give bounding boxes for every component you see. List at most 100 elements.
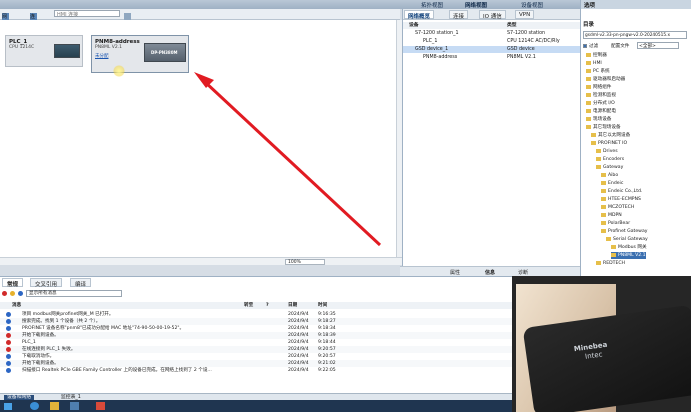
- message-row[interactable]: 扫描接口 Realtek PCIe GBE Family Controller …: [0, 367, 512, 374]
- network-overview-panel: 网络概览 连接 IO 通信 VPN 设备 类型 S7-1200 station_…: [402, 9, 581, 266]
- tab-properties[interactable]: 属性: [450, 269, 460, 276]
- overview-row[interactable]: GSD device_1 GSD device: [403, 46, 581, 53]
- profile-select[interactable]: <全部>: [637, 42, 679, 49]
- tab-network-overview[interactable]: 网络概览: [404, 10, 435, 20]
- tab-vpn[interactable]: VPN: [515, 10, 535, 19]
- catalog-item[interactable]: PN8ML V2.1: [611, 252, 646, 259]
- overview-row[interactable]: S7-1200 station_1 S7-1200 station: [403, 30, 581, 37]
- tab-device-view[interactable]: 设备视图: [518, 0, 546, 9]
- catalog-item[interactable]: Gateway: [596, 164, 623, 171]
- options-header: 选项: [581, 0, 691, 9]
- catalog-item[interactable]: REDTECH: [596, 260, 625, 267]
- folder-icon: [596, 148, 601, 153]
- catalog-item[interactable]: Encoders: [596, 156, 624, 163]
- message-row[interactable]: 开始下载到设备。 2024/9/4 9:18:39: [0, 332, 512, 339]
- catalog-item[interactable]: 控制器: [586, 52, 607, 59]
- catalog-item[interactable]: 分布式 I/O: [586, 100, 615, 107]
- folder-icon: [586, 52, 591, 57]
- catalog-item[interactable]: Profinet Gateway: [601, 228, 647, 235]
- overview-row[interactable]: PLC_1 CPU 1214C AC/DC/Rly: [403, 38, 581, 45]
- info-filter-icon[interactable]: [18, 291, 23, 296]
- app-icon[interactable]: [96, 402, 105, 410]
- folder-icon: [601, 180, 606, 185]
- catalog-item[interactable]: PolarBear: [601, 220, 630, 227]
- catalog-item[interactable]: Endeic: [601, 180, 623, 187]
- error-filter-icon[interactable]: [2, 291, 7, 296]
- message-row[interactable]: 在线连接到 PLC_1 失败。 2024/9/4 9:20:57: [0, 346, 512, 353]
- catalog-item[interactable]: Drives: [596, 148, 618, 155]
- message-row[interactable]: PROFINET 设备名称"pnm8"已成功分配给 MAC 地址"74-90-5…: [0, 325, 512, 332]
- catalog-item[interactable]: Aibo: [601, 172, 618, 179]
- catalog-item[interactable]: 检测和监视: [586, 92, 616, 99]
- camera-video-overlay: Minebea Intec: [512, 276, 691, 412]
- catalog-item[interactable]: MCZOTECH: [601, 204, 634, 211]
- catalog-item[interactable]: 驱动器和启动器: [586, 76, 625, 83]
- catalog-item[interactable]: MDPN: [601, 212, 622, 219]
- overview-tabs: 网络概览 连接 IO 通信 VPN: [403, 9, 581, 20]
- folder-icon: [586, 124, 591, 129]
- folder-icon: [601, 188, 606, 193]
- folder-icon: [601, 196, 606, 201]
- folder-icon[interactable]: [50, 402, 59, 410]
- folder-icon: [601, 172, 606, 177]
- folder-icon: [611, 244, 616, 249]
- folder-icon: [586, 84, 591, 89]
- overview-header: 设备 类型: [403, 22, 581, 29]
- message-row[interactable]: 搜索完成。找到 1 个设备（共 2 个）。 2024/9/4 9:18:27: [0, 318, 512, 325]
- catalog-item[interactable]: PC 系统: [586, 68, 610, 75]
- tab-info[interactable]: 信息: [485, 269, 495, 276]
- inspector-panel: 常规 交叉引用 编译 显示所有消息 消息 转至 ? 日期 时间 项目 modbu…: [0, 276, 512, 393]
- filter-checkbox[interactable]: 过滤: [583, 43, 598, 49]
- message-row[interactable]: 项目 modbus网关profinet网关_M 已打开。 2024/9/4 9:16…: [0, 311, 512, 318]
- message-row[interactable]: 开始下载到设备。 2024/9/4 9:21:02: [0, 360, 512, 367]
- catalog-item[interactable]: 电源和配电: [586, 108, 616, 115]
- tab-connections[interactable]: 连接: [449, 10, 469, 20]
- annotation-arrow: [194, 72, 382, 247]
- catalog-item[interactable]: HMI: [586, 60, 602, 67]
- status-tabs: 属性 信息 诊断: [400, 266, 580, 276]
- folder-icon: [586, 92, 591, 97]
- network-toolbar: 网络 连接 HMI 连接: [0, 9, 400, 27]
- browser-icon[interactable]: [30, 402, 39, 410]
- zoom-select[interactable]: 100%: [285, 259, 325, 265]
- catalog-item[interactable]: 网络组件: [586, 84, 611, 91]
- catalog-item[interactable]: 现场设备: [586, 116, 611, 123]
- overview-row[interactable]: PNM8-address PN8ML V2.1: [403, 54, 581, 61]
- catalog-item[interactable]: Serial Gateway: [606, 236, 648, 243]
- catalog-item[interactable]: 其它以太网设备: [591, 132, 630, 139]
- tab-compile[interactable]: 编译: [70, 278, 92, 288]
- catalog-item[interactable]: HTEE-ECMPNS: [601, 196, 641, 203]
- warning-filter-icon[interactable]: [10, 291, 15, 296]
- tab-network-view[interactable]: 网络视图: [462, 0, 490, 9]
- connection-type-select[interactable]: HMI 连接: [54, 10, 120, 18]
- tab-topology-view[interactable]: 拓扑视图: [418, 0, 446, 9]
- folder-icon: [586, 76, 591, 81]
- folder-icon: [586, 60, 591, 65]
- folder-icon: [596, 164, 601, 169]
- folder-icon: [601, 220, 606, 225]
- tab-cross-reference[interactable]: 交叉引用: [30, 278, 63, 288]
- info-icon: [6, 354, 11, 359]
- network-canvas[interactable]: PLC_1 CPU 1214C PNM8-address PN8ML V2.1 …: [0, 20, 396, 257]
- catalog-search-input[interactable]: gsdml-v2.33-pn-pngw-v2.0-20240515.x: [583, 31, 687, 39]
- folder-icon: [601, 204, 606, 209]
- folder-icon: [586, 100, 591, 105]
- tab-io-communication[interactable]: IO 通信: [479, 10, 506, 20]
- windows-start-icon[interactable]: [4, 403, 12, 410]
- tab-diagnostics[interactable]: 诊断: [518, 269, 528, 276]
- catalog-item[interactable]: Endeic Co.,Ltd.: [601, 188, 642, 195]
- tia-portal-icon[interactable]: [70, 402, 79, 410]
- hardware-catalog-panel: 选项 目录 gsdml-v2.33-pn-pngw-v2.0-20240515.…: [580, 0, 691, 276]
- folder-icon: [586, 68, 591, 73]
- message-row[interactable]: PLC_1 2024/9/4 9:18:44: [0, 339, 512, 346]
- folder-icon: [591, 140, 596, 145]
- catalog-item[interactable]: Modbus 网关: [611, 244, 647, 251]
- message-row[interactable]: 下载取消动作。 2024/9/4 9:20:57: [0, 353, 512, 360]
- folder-icon: [586, 116, 591, 121]
- message-filter-select[interactable]: 显示所有消息: [26, 290, 122, 297]
- catalog-item[interactable]: PROFINET IO: [591, 140, 627, 147]
- tab-general[interactable]: 常规: [2, 278, 24, 288]
- windows-taskbar: [0, 400, 512, 412]
- catalog-item[interactable]: 其它现场设备: [586, 124, 621, 131]
- zoom-in-icon[interactable]: [124, 13, 131, 20]
